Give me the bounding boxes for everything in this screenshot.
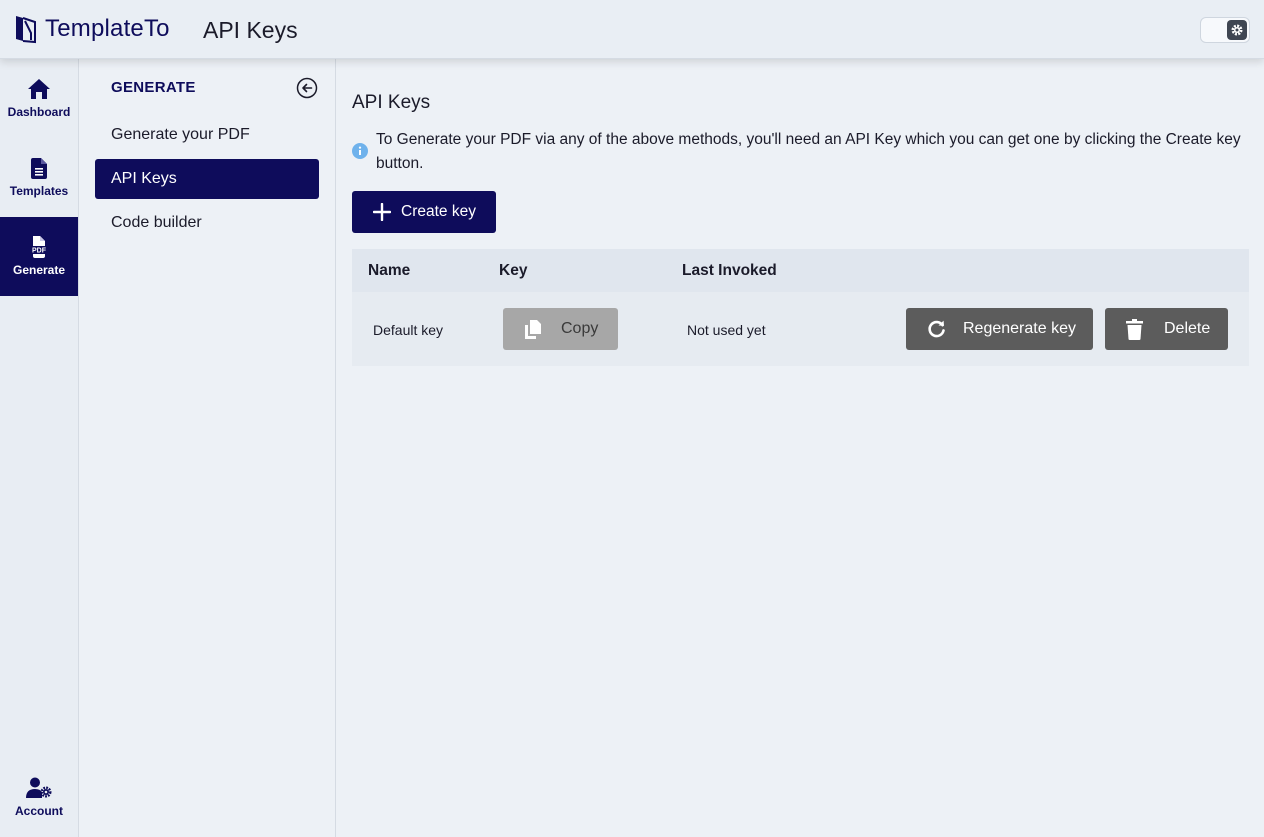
rail-item-dashboard[interactable]: Dashboard xyxy=(0,59,78,138)
settings-toggle[interactable] xyxy=(1200,17,1250,43)
subnav-title: GENERATE xyxy=(111,79,196,96)
top-bar: TemplateTo API Keys xyxy=(0,0,1264,59)
logo-icon xyxy=(16,16,36,44)
regenerate-label: Regenerate key xyxy=(963,320,1076,337)
create-key-button[interactable]: Create key xyxy=(352,191,496,233)
column-header-key: Key xyxy=(499,262,528,279)
subnav-item-api-keys[interactable]: API Keys xyxy=(95,159,319,199)
trash-icon xyxy=(1126,318,1143,340)
page-heading: API Keys xyxy=(203,17,298,43)
last-invoked-cell: Not used yet xyxy=(687,322,766,338)
rail-item-account[interactable]: Account xyxy=(0,758,78,837)
create-key-label: Create key xyxy=(401,203,476,220)
api-keys-table: Name Key Last Invoked Default key Copy N… xyxy=(352,249,1249,366)
rail-label-templates: Templates xyxy=(9,183,69,198)
delete-key-button[interactable]: Delete xyxy=(1105,308,1228,350)
generate-subnav: GENERATE Generate your PDF API Keys Code… xyxy=(79,59,336,837)
copy-key-button[interactable]: Copy xyxy=(503,308,618,350)
key-name-cell: Default key xyxy=(373,322,444,338)
rail-label-dashboard: Dashboard xyxy=(7,105,71,119)
delete-label: Delete xyxy=(1164,320,1211,337)
rail-item-templates[interactable]: Templates xyxy=(0,138,78,217)
home-icon xyxy=(28,79,50,99)
column-header-name: Name xyxy=(368,262,411,279)
collapse-arrow-icon[interactable] xyxy=(296,77,318,99)
svg-text:PDF: PDF xyxy=(32,248,47,255)
document-icon xyxy=(31,157,47,179)
user-settings-icon xyxy=(26,777,52,798)
gear-icon xyxy=(1227,20,1247,40)
info-message: To Generate your PDF via any of the abov… xyxy=(376,131,1241,172)
regenerate-key-button[interactable]: Regenerate key xyxy=(906,308,1093,350)
main-content: API Keys To Generate your PDF via any of… xyxy=(336,59,1264,837)
plus-icon xyxy=(373,203,391,221)
pdf-icon: PDF xyxy=(32,236,47,258)
brand-name: TemplateTo xyxy=(45,15,170,42)
rail-label-account: Account xyxy=(15,804,63,818)
copy-label: Copy xyxy=(561,320,599,337)
info-icon xyxy=(352,143,368,159)
rail-item-generate[interactable]: PDF Generate xyxy=(0,217,78,296)
table-row: Default key Copy Not used yet Regenerate… xyxy=(352,292,1249,366)
section-title: API Keys xyxy=(352,92,431,113)
refresh-icon xyxy=(928,320,945,337)
table-header: Name Key Last Invoked xyxy=(352,249,1249,292)
icon-rail: Dashboard Templates PDF Generate Account xyxy=(0,59,79,837)
subnav-item-generate-pdf[interactable]: Generate your PDF xyxy=(95,115,319,155)
rail-label-generate: Generate xyxy=(12,263,66,277)
copy-icon xyxy=(525,319,541,339)
subnav-item-code-builder[interactable]: Code builder xyxy=(95,203,319,243)
brand[interactable]: TemplateTo xyxy=(14,14,170,44)
column-header-last-invoked: Last Invoked xyxy=(682,262,777,279)
